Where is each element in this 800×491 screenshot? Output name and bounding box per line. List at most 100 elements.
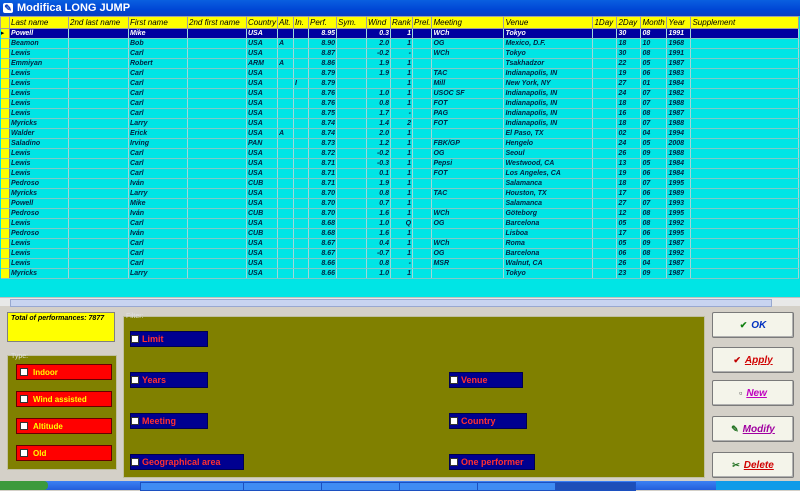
table-cell[interactable]: 8.68 (308, 218, 338, 229)
table-cell[interactable] (690, 188, 800, 199)
table-cell[interactable] (412, 68, 433, 79)
table-cell[interactable]: 0.7 (366, 198, 392, 209)
table-cell[interactable]: 1.6 (366, 228, 392, 239)
table-cell[interactable] (412, 238, 433, 249)
row-indicator[interactable] (0, 118, 10, 129)
table-cell[interactable] (187, 168, 247, 179)
table-cell[interactable] (412, 58, 433, 69)
table-row[interactable]: Powell Mike USA 8.70 0.7 1 Salamanca 27 07 1993 (0, 198, 800, 209)
table-cell[interactable] (68, 208, 129, 219)
row-indicator[interactable] (0, 128, 10, 139)
table-cell[interactable] (690, 28, 800, 39)
table-cell[interactable]: 1.0 (366, 218, 392, 229)
table-cell[interactable] (336, 108, 368, 119)
table-cell[interactable]: 1 (390, 88, 414, 99)
column-header[interactable]: 2Day (616, 16, 642, 29)
table-cell[interactable]: USA (246, 38, 279, 49)
table-row[interactable]: Myricks Larry USA 8.74 1.4 2 FOT Indianapolis, … (0, 118, 800, 129)
table-cell[interactable]: 18 (616, 118, 642, 129)
table-cell[interactable] (336, 38, 368, 49)
table-row[interactable]: Lewis Carl USA 8.66 0.8- MSR Walnut, CA 26 04 198… (0, 258, 800, 269)
table-cell[interactable]: Lewis (9, 158, 69, 169)
table-cell[interactable] (293, 258, 310, 269)
table-cell[interactable] (690, 178, 800, 189)
table-cell[interactable]: USA (246, 158, 279, 169)
row-indicator[interactable] (0, 108, 10, 119)
table-cell[interactable] (68, 78, 129, 89)
table-cell[interactable]: Lewis (9, 48, 69, 59)
table-cell[interactable]: MSR (431, 258, 505, 269)
table-cell[interactable]: OG (431, 38, 505, 49)
table-cell[interactable] (412, 258, 433, 269)
table-cell[interactable]: USA (246, 218, 279, 229)
table-cell[interactable] (412, 178, 433, 189)
table-cell[interactable] (187, 28, 247, 39)
table-cell[interactable] (431, 58, 505, 69)
table-cell[interactable]: 8.74 (308, 128, 338, 139)
table-cell[interactable] (690, 168, 800, 179)
table-cell[interactable] (690, 238, 800, 249)
table-cell[interactable]: 1 (390, 268, 414, 279)
table-cell[interactable] (431, 178, 505, 189)
table-cell[interactable]: Iván (128, 228, 188, 239)
table-cell[interactable]: 24 (616, 88, 642, 99)
table-row[interactable]: Emmiyan Robert ARM A 8.86 1.9 1 Tsakhadzor 22 05 1… (0, 58, 800, 69)
table-cell[interactable]: 8.86 (308, 58, 338, 69)
table-cell[interactable] (293, 268, 310, 279)
table-cell[interactable]: Indianapolis, IN (503, 108, 594, 119)
table-cell[interactable] (412, 78, 433, 89)
table-cell[interactable]: Roma (503, 238, 594, 249)
table-cell[interactable] (187, 88, 247, 99)
table-cell[interactable]: 8.74 (308, 118, 338, 129)
table-cell[interactable] (187, 48, 247, 59)
table-cell[interactable]: Myricks (9, 188, 69, 199)
table-cell[interactable]: 16 (616, 108, 642, 119)
row-indicator[interactable] (0, 148, 10, 159)
table-cell[interactable] (592, 138, 618, 149)
table-cell[interactable] (336, 48, 368, 59)
table-cell[interactable]: FBK/GP (431, 138, 505, 149)
table-row[interactable]: Lewis Carl USA 8.76 1.0 1 USOC SF Indianapolis,… (0, 88, 800, 99)
table-cell[interactable] (187, 218, 247, 229)
table-cell[interactable]: Robert (128, 58, 188, 69)
table-cell[interactable] (412, 48, 433, 59)
table-cell[interactable] (68, 228, 129, 239)
table-cell[interactable] (277, 238, 295, 249)
table-cell[interactable]: Barcelona (503, 218, 594, 229)
table-cell[interactable]: CUB (246, 178, 279, 189)
scrollbar-thumb[interactable] (10, 299, 772, 307)
table-cell[interactable]: -0.2 (366, 48, 392, 59)
row-indicator[interactable] (0, 58, 10, 69)
table-cell[interactable] (690, 228, 800, 239)
table-row[interactable]: Pedroso Iván CUB 8.68 1.6 1 Lisboa 17 06 1995 (0, 228, 800, 239)
table-cell[interactable]: 05 (640, 138, 668, 149)
table-row[interactable]: Walder Erick USA A 8.74 2.0 1 El Paso, TX 02 04 19… (0, 128, 800, 139)
column-header[interactable]: 1Day (592, 16, 618, 29)
table-cell[interactable] (293, 148, 310, 159)
table-row[interactable]: Lewis Carl USA 8.76 0.8 1 FOT Indianapolis, IN 1… (0, 98, 800, 109)
table-cell[interactable]: 2008 (666, 138, 692, 149)
table-cell[interactable]: 12 (616, 208, 642, 219)
table-cell[interactable]: Los Angeles, CA (503, 168, 594, 179)
table-cell[interactable] (277, 268, 295, 279)
table-cell[interactable] (68, 148, 129, 159)
table-cell[interactable]: Walder (9, 128, 69, 139)
table-cell[interactable] (336, 168, 368, 179)
table-cell[interactable] (336, 228, 368, 239)
table-cell[interactable]: Seoul (503, 148, 594, 159)
table-cell[interactable]: USOC SF (431, 88, 505, 99)
table-cell[interactable] (293, 28, 310, 39)
table-row[interactable]: Lewis Carl USA 8.79 1.9 1 TAC Indianapolis, IN 1… (0, 68, 800, 79)
apply-button[interactable]: ✔ Apply (712, 347, 794, 373)
table-cell[interactable]: Carl (128, 168, 188, 179)
table-cell[interactable] (277, 248, 295, 259)
table-cell[interactable]: FOT (431, 98, 505, 109)
row-indicator[interactable] (0, 208, 10, 219)
table-cell[interactable]: 26 (616, 258, 642, 269)
table-cell[interactable]: Bob (128, 38, 188, 49)
table-cell[interactable]: 1.9 (366, 58, 392, 69)
table-cell[interactable]: 1982 (666, 88, 692, 99)
table-cell[interactable]: Mike (128, 198, 188, 209)
table-cell[interactable] (336, 258, 368, 269)
table-cell[interactable]: 1 (390, 238, 414, 249)
